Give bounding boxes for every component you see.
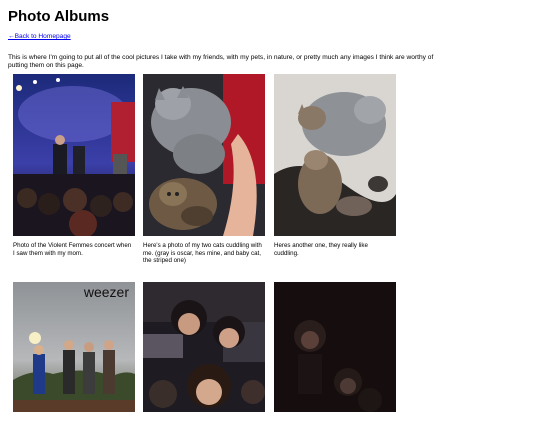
cats-photo[interactable] [274, 74, 396, 236]
concert-photo[interactable] [13, 74, 135, 236]
photo-caption: Photo of the Violent Femmes concert when… [13, 242, 132, 257]
page-title: Photo Albums [8, 8, 110, 25]
friends-selfie-photo[interactable] [143, 282, 265, 444]
dark-selfie-photo[interactable] [274, 282, 396, 444]
intro-text: This is where I'm going to put all of th… [8, 53, 434, 69]
back-to-homepage-link[interactable]: ←Back to Homepage [8, 33, 71, 40]
photo-caption: Here's a photo of my two cats cuddling w… [143, 242, 262, 265]
band-photo[interactable]: weezer [13, 282, 135, 444]
band-logo-text: weezer [83, 284, 129, 300]
cats-cuddling-photo[interactable] [143, 74, 265, 236]
photo-caption: Heres another one, they really like cudd… [274, 242, 368, 257]
